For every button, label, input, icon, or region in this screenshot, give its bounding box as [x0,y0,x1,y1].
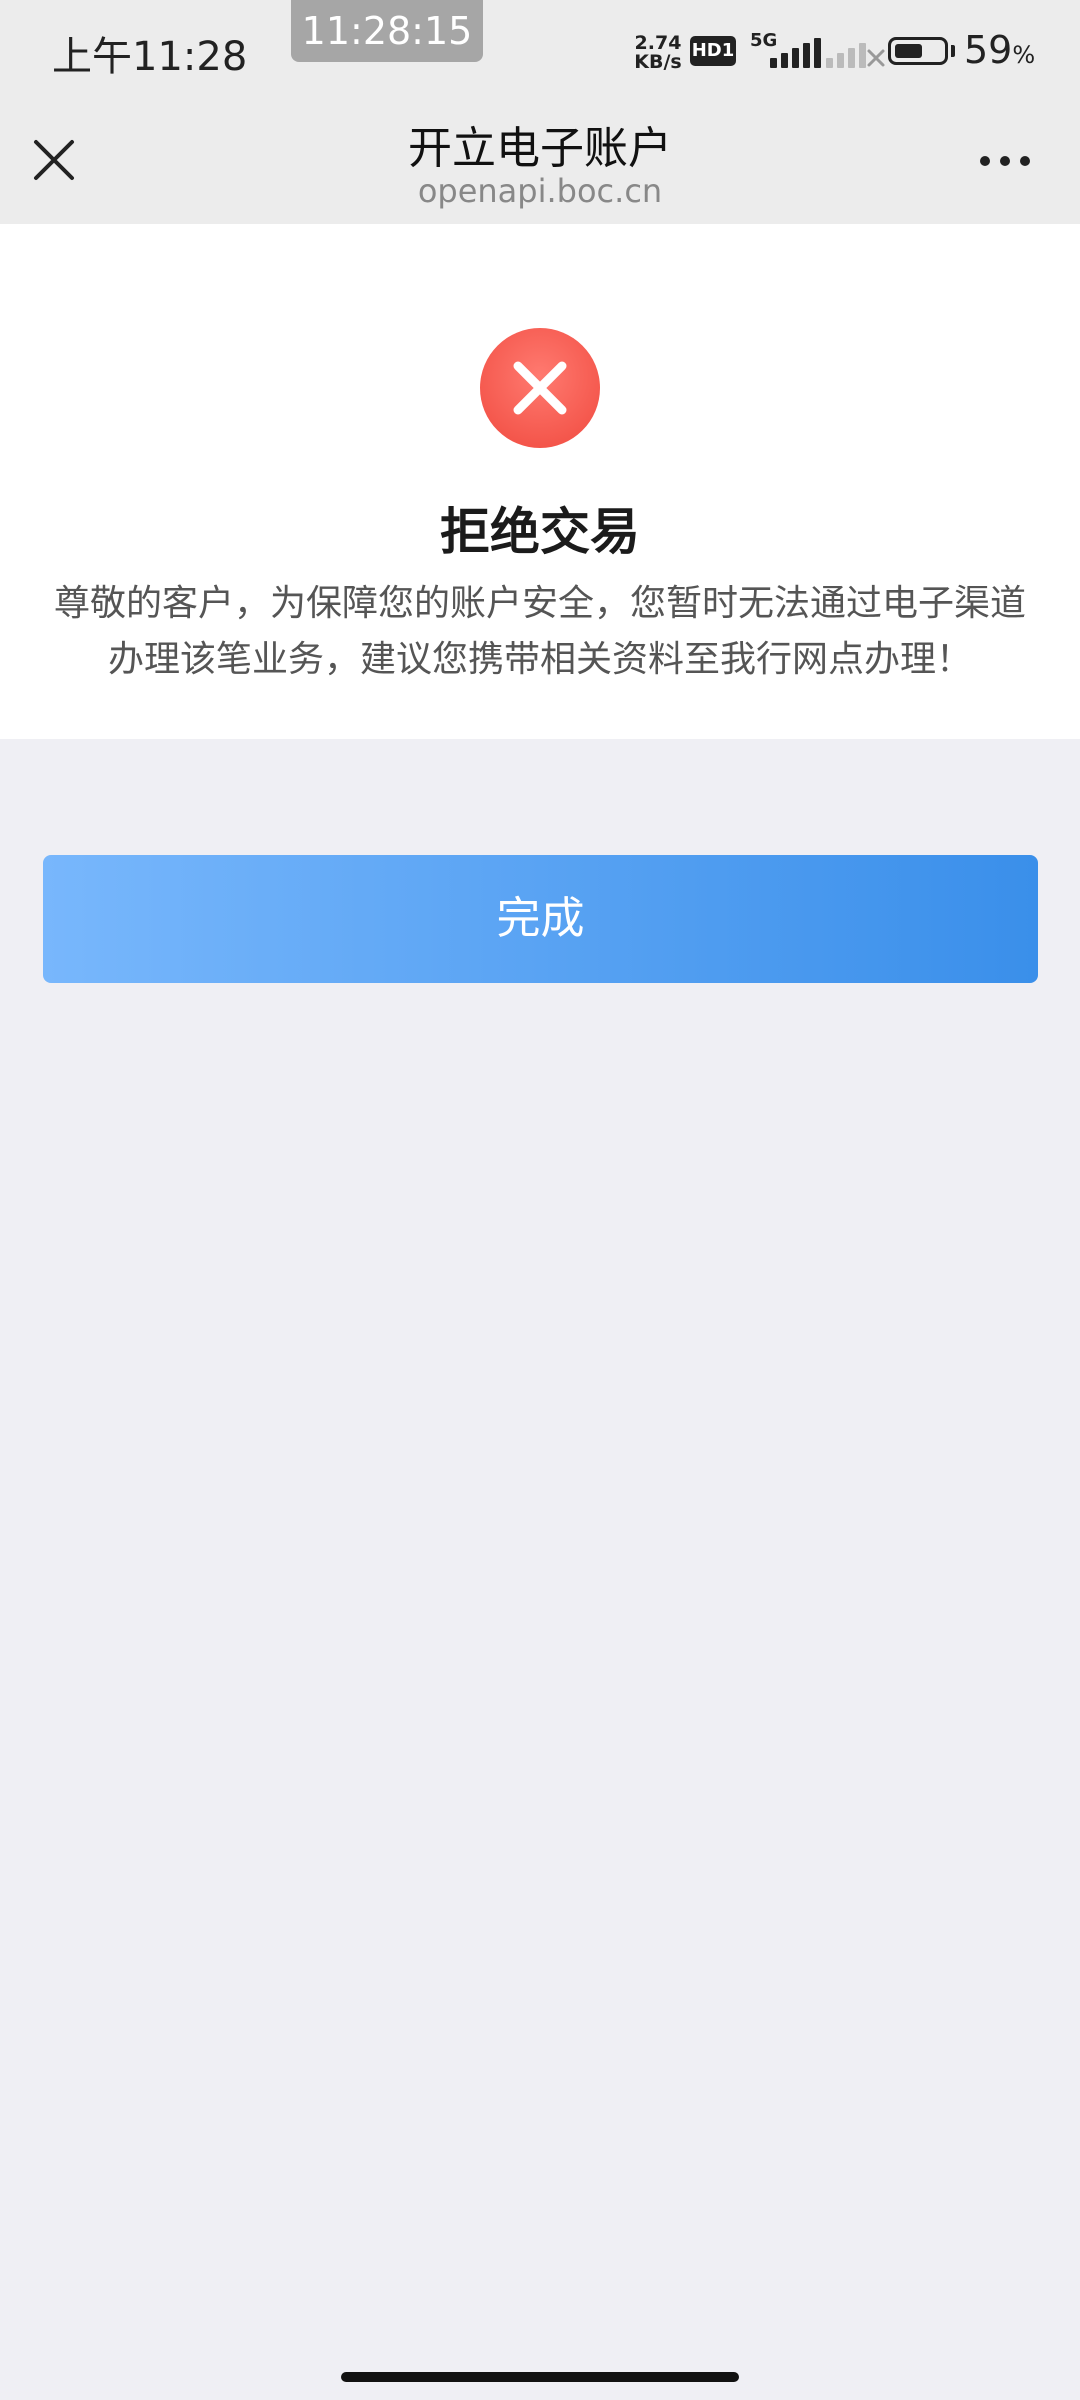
hd-badge: HD1 [690,36,736,66]
network-speed: 2.74 KB/s [632,34,684,72]
status-time: 上午11:28 [52,34,248,80]
result-card: 拒绝交易 尊敬的客户，为保障您的账户安全，您暂时无法通过电子渠道办理该笔业务，建… [0,224,1080,739]
home-indicator[interactable] [341,2372,739,2382]
network-speed-unit: KB/s [634,51,682,73]
page-url: openapi.boc.cn [417,172,663,210]
signal-strength-icon [770,38,834,68]
battery-percent: 59% [964,28,1036,72]
close-button[interactable] [24,130,84,190]
battery-icon [888,37,948,65]
done-button[interactable]: 完成 [43,855,1038,983]
more-options-button[interactable] [970,140,1040,180]
title-bar: 开立电子账户 openapi.boc.cn [0,100,1080,224]
close-icon [34,140,74,180]
result-message: 尊敬的客户，为保障您的账户安全，您暂时无法通过电子渠道办理该笔业务，建议您携带相… [53,583,1026,680]
page-title: 开立电子账户 [408,123,672,174]
error-icon [480,328,600,448]
screen: 上午11:28 11:28:15 2.74 KB/s HD1 5G 59% 开立… [0,0,1080,2400]
floating-clock: 11:28:15 [291,0,483,62]
signal-no-service-icon [826,38,890,68]
result-title: 拒绝交易 [440,503,640,561]
status-bar: 上午11:28 11:28:15 2.74 KB/s HD1 5G 59% [0,0,1080,100]
more-icon [980,156,990,166]
